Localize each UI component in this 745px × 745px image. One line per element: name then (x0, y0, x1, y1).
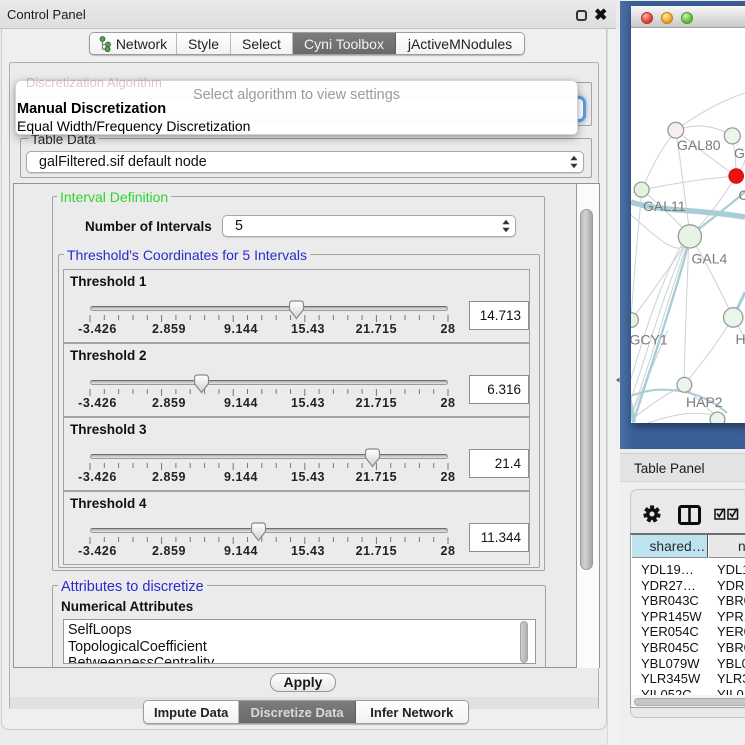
svg-text:GAL1: GAL1 (734, 145, 745, 161)
svg-text:GCY1: GCY1 (631, 332, 668, 348)
svg-text:GAL80: GAL80 (677, 137, 721, 153)
svg-text:HAP2: HAP2 (686, 394, 723, 410)
svg-text:GAL4: GAL4 (692, 251, 728, 267)
svg-text:HA: HA (736, 331, 745, 347)
svg-text:GAL11: GAL11 (643, 198, 686, 214)
svg-text:CR: CR (739, 187, 745, 203)
